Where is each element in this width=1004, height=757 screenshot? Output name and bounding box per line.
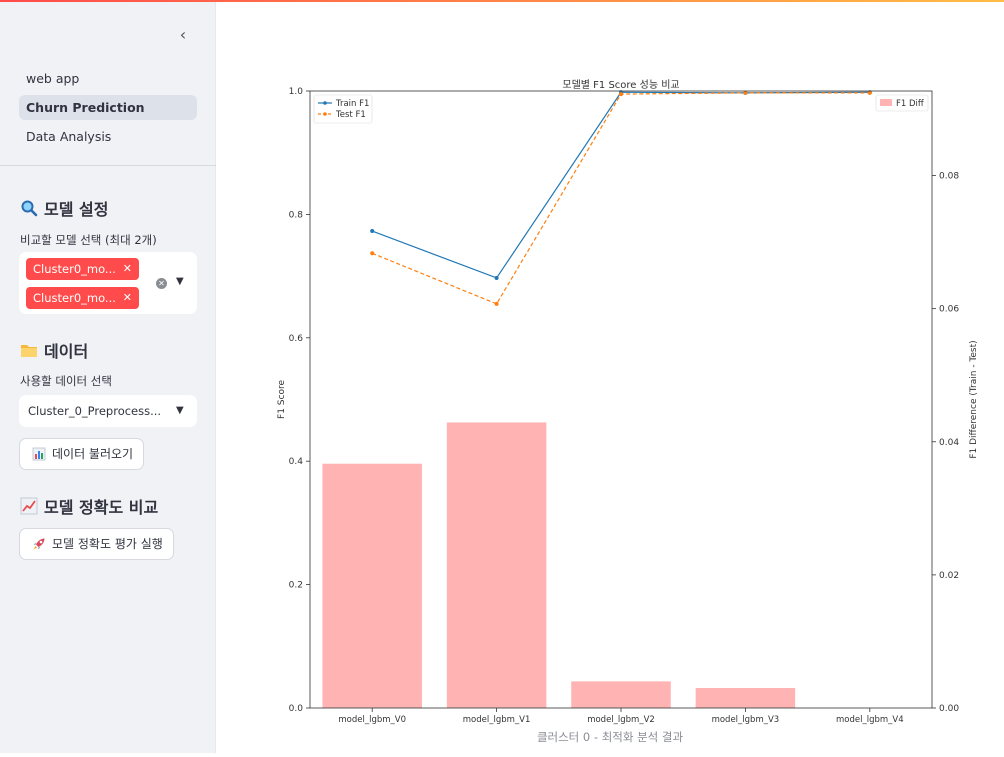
series-point [370, 229, 375, 234]
remove-tag-icon[interactable]: ✕ [123, 258, 132, 280]
y2-tick-label: 0.00 [939, 704, 959, 714]
rocket-icon [33, 538, 45, 550]
run-accuracy-label: 모델 정확도 평가 실행 [52, 537, 163, 551]
y-tick-label: 0.0 [289, 704, 304, 714]
series-point [743, 90, 748, 95]
x-tick-label: model_lgbm_V3 [712, 715, 780, 725]
load-data-button[interactable]: 데이터 불러오기 [19, 438, 145, 470]
run-accuracy-button[interactable]: 모델 정확도 평가 실행 [19, 528, 174, 560]
y-tick-label: 0.6 [289, 334, 304, 344]
series-point [494, 301, 499, 306]
legend-swatch [880, 99, 892, 106]
model-settings-heading: 모델 설정 [20, 196, 108, 220]
y-tick-label: 1.0 [289, 87, 304, 97]
remove-tag-icon[interactable]: ✕ [123, 287, 132, 309]
model-settings-title: 모델 설정 [44, 200, 109, 219]
chevron-down-icon[interactable]: ▼ [176, 395, 184, 427]
data-select-label: 사용할 데이터 선택 [20, 374, 112, 388]
x-tick-label: model_lgbm_V0 [338, 715, 406, 725]
series-point [619, 92, 623, 97]
legend-marker [323, 101, 327, 105]
magnifier-icon [21, 200, 38, 217]
data-select[interactable]: Cluster_0_Preprocess... ▼ [19, 395, 197, 427]
series-line [371, 92, 870, 305]
y-tick-label: 0.4 [289, 457, 304, 467]
load-data-label: 데이터 불러오기 [52, 447, 134, 461]
y2-tick-label: 0.08 [939, 172, 959, 182]
model-tag-label: Cluster0_mo... [33, 291, 116, 305]
y2-axis-label: F1 Difference (Train - Test) [969, 340, 979, 458]
sidebar-item-web-app[interactable]: web app [19, 66, 197, 91]
model-multiselect[interactable]: Cluster0_mo... ✕ Cluster0_mo... ✕ ✕ ▼ [19, 252, 197, 314]
folder-icon [21, 345, 37, 357]
f1-score-chart: 0.0 0.2 0.4 0.6 0.8 1.0 0.00 0.02 0.04 0.06 0.08 mo… [277, 79, 979, 725]
chart-caption: 클러스터 0 - 최적화 분석 결과 [536, 730, 684, 744]
data-title: 데이터 [44, 342, 89, 361]
x-tick-label: model_lgbm_V1 [463, 715, 531, 725]
series-point [494, 275, 499, 280]
trend-chart-icon [20, 497, 38, 515]
sidebar: ‹ web app Churn Prediction Data Analysis… [0, 2, 216, 753]
series-point [370, 251, 375, 256]
chart-bar [695, 688, 796, 708]
y2-tick-label: 0.04 [939, 438, 959, 448]
series-line [371, 91, 870, 279]
chart-title: 모델별 F1 Score 성능 비교 [562, 79, 679, 91]
accuracy-title: 모델 정확도 비교 [44, 498, 159, 517]
bar-chart-icon [32, 447, 46, 461]
chart-bar [571, 681, 671, 708]
chart-bar [446, 422, 547, 708]
y2-tick-label: 0.06 [939, 305, 959, 315]
model-tag[interactable]: Cluster0_mo... ✕ [26, 258, 139, 280]
y-tick-label: 0.2 [289, 581, 303, 591]
y2-tick-label: 0.02 [939, 571, 959, 581]
main-content: 0.0 0.2 0.4 0.6 0.8 1.0 0.00 0.02 0.04 0.06 0.08 mo… [216, 2, 1004, 753]
sidebar-nav: web app Churn Prediction Data Analysis [19, 66, 197, 153]
data-heading: 데이터 [20, 338, 88, 362]
x-tick-label: model_lgbm_V4 [836, 715, 904, 725]
x-tick-label: model_lgbm_V2 [587, 715, 655, 725]
sidebar-item-churn-prediction[interactable]: Churn Prediction [19, 95, 197, 120]
model-tag[interactable]: Cluster0_mo... ✕ [26, 287, 139, 309]
model-select-label: 비교할 모델 선택 (최대 2개) [20, 233, 157, 247]
legend-marker [323, 112, 327, 116]
accuracy-heading: 모델 정확도 비교 [20, 494, 158, 518]
clear-all-icon[interactable]: ✕ [156, 278, 167, 289]
collapse-sidebar-icon[interactable]: ‹ [172, 24, 194, 46]
chart-bar [322, 463, 422, 708]
data-select-value: Cluster_0_Preprocess... [28, 404, 162, 418]
model-tag-label: Cluster0_mo... [33, 262, 116, 276]
series-point [867, 90, 872, 95]
legend-label: F1 Diff [896, 99, 925, 109]
y-tick-label: 0.8 [289, 210, 304, 220]
chevron-down-icon[interactable]: ▼ [176, 276, 184, 287]
legend-label: Test F1 [335, 110, 366, 120]
y-axis-label: F1 Score [277, 380, 287, 419]
sidebar-item-data-analysis[interactable]: Data Analysis [19, 124, 197, 149]
sidebar-divider [0, 165, 216, 166]
legend-label: Train F1 [335, 99, 369, 109]
